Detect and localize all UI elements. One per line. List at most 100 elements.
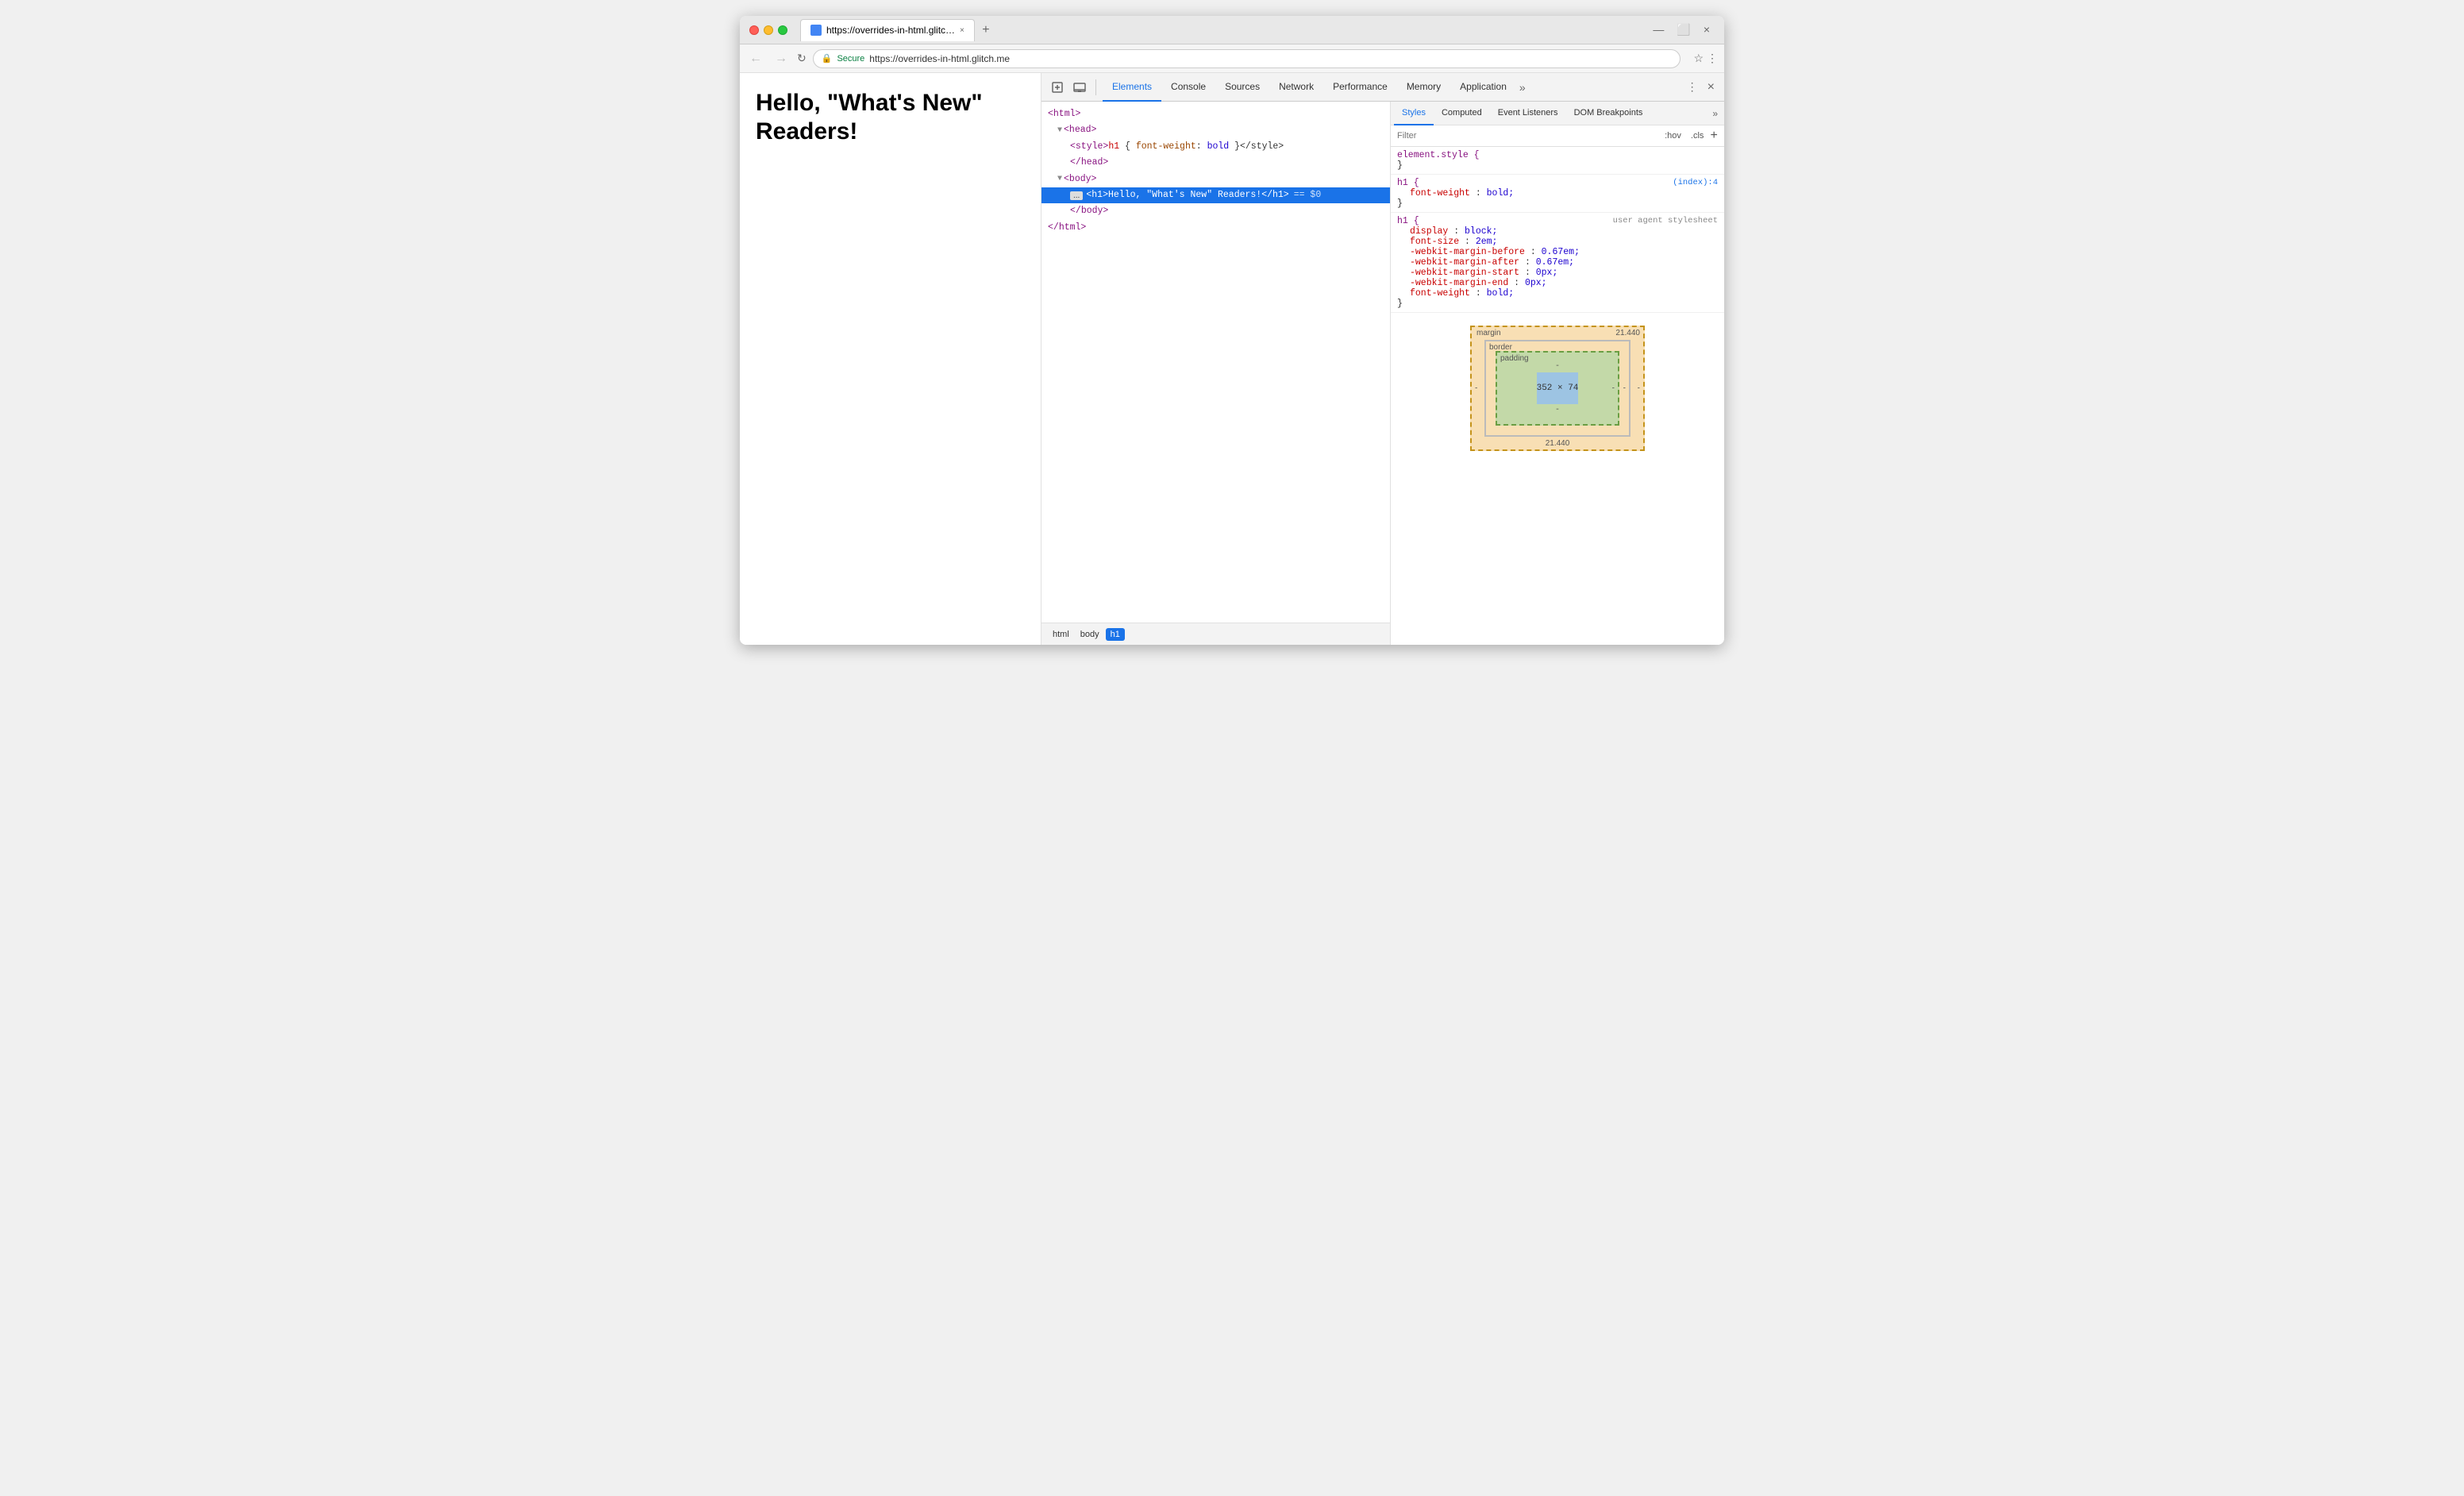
margin-value-left: - <box>1475 384 1477 393</box>
style-selector-h1: h1 { <box>1397 178 1419 188</box>
more-options-button[interactable]: ⋮ <box>1707 52 1718 65</box>
elements-content[interactable]: <html> ▼ <head> <style>h1 { font-weight:… <box>1041 102 1390 623</box>
devtools-toolbar: Elements Console Sources Network Perform… <box>1041 73 1724 102</box>
window-restore[interactable]: ⬜ <box>1672 21 1695 38</box>
html-line-body[interactable]: ▼ <body> <box>1041 172 1390 187</box>
more-tabs-button[interactable]: » <box>1516 73 1529 102</box>
breadcrumb-h1[interactable]: h1 <box>1106 628 1125 641</box>
new-tab-button[interactable]: + <box>975 19 997 41</box>
html-line-h1[interactable]: ... <h1>Hello, "What's New" Readers!</h1… <box>1041 187 1390 203</box>
breadcrumb: html body h1 <box>1041 623 1390 645</box>
styles-panel: Styles Computed Event Listeners DOM Brea… <box>1391 102 1724 645</box>
filter-actions: :hov .cls + <box>1661 129 1718 143</box>
html-line-head-close[interactable]: </head> <box>1041 155 1390 171</box>
filter-cls-button[interactable]: .cls <box>1688 129 1707 142</box>
main-content: Hello, "What's New"Readers! <box>740 73 1724 645</box>
bookmark-button[interactable]: ☆ <box>1693 52 1704 65</box>
active-tab[interactable]: https://overrides-in-html.glitc… × <box>800 19 975 41</box>
traffic-lights <box>749 25 787 35</box>
filter-hov-button[interactable]: :hov <box>1661 129 1684 142</box>
subtab-dom-breakpoints[interactable]: DOM Breakpoints <box>1566 102 1651 125</box>
style-value-margin-end: 0px; <box>1525 278 1547 288</box>
html-line-head[interactable]: ▼ <head> <box>1041 122 1390 138</box>
box-model-content-wrapper: - 352 × 74 - <box>1507 362 1608 414</box>
window-minimize[interactable]: — <box>1648 21 1669 38</box>
margin-value-bottom: 21.440 <box>1546 439 1570 448</box>
window-close[interactable]: × <box>1699 21 1715 38</box>
border-value: - <box>1623 384 1626 393</box>
page-viewport: Hello, "What's New"Readers! <box>740 73 1041 645</box>
styles-content: element.style { } (index):4 h1 { font-we… <box>1391 147 1724 645</box>
subtab-event-listeners[interactable]: Event Listeners <box>1490 102 1566 125</box>
style-source-ua: user agent stylesheet <box>1613 216 1718 226</box>
html-line-html-close[interactable]: </html> <box>1041 220 1390 236</box>
forward-button[interactable]: → <box>772 50 791 67</box>
style-prop-fontweight: font-weight <box>1397 188 1470 199</box>
tab-close-button[interactable]: × <box>960 26 964 35</box>
style-selector: element.style { <box>1397 150 1480 160</box>
secure-lock-icon: 🔒 <box>822 53 833 64</box>
style-source-index[interactable]: (index):4 <box>1673 178 1718 187</box>
filter-bar: :hov .cls + <box>1391 125 1724 147</box>
address-bar: ← → ↻ 🔒 Secure https://overrides-in-html… <box>740 44 1724 73</box>
minimize-traffic-light[interactable] <box>764 25 773 35</box>
more-subtabs-button[interactable]: » <box>1709 105 1721 122</box>
tab-application[interactable]: Application <box>1450 73 1516 102</box>
padding-label: padding <box>1500 354 1529 363</box>
subtab-computed[interactable]: Computed <box>1434 102 1490 125</box>
subtab-styles[interactable]: Styles <box>1394 102 1434 125</box>
style-value-block: block; <box>1465 226 1497 237</box>
style-rule-h1-custom: (index):4 h1 { font-weight : bold; } <box>1391 175 1724 213</box>
style-prop-fontsize: font-size <box>1397 237 1459 247</box>
html-line-style[interactable]: <style>h1 { font-weight: bold }</style> <box>1041 139 1390 155</box>
breadcrumb-html[interactable]: html <box>1048 628 1074 641</box>
style-value-bold-ua: bold; <box>1487 288 1515 299</box>
box-model-border: border - padding - - <box>1484 340 1630 437</box>
style-close-brace: } <box>1397 160 1403 171</box>
style-value-margin-after: 0.67em; <box>1536 257 1574 268</box>
tab-favicon <box>810 25 822 36</box>
refresh-button[interactable]: ↻ <box>797 52 807 65</box>
devtools-close-button[interactable]: × <box>1704 77 1718 98</box>
style-prop-margin-after: -webkit-margin-after <box>1397 257 1519 268</box>
tab-performance[interactable]: Performance <box>1323 73 1397 102</box>
style-rule-h1-useragent: user agent stylesheet h1 { display : blo… <box>1391 213 1724 313</box>
url-text: https://overrides-in-html.glitch.me <box>869 53 1010 64</box>
margin-value-top: 21.440 <box>1615 329 1640 337</box>
url-bar[interactable]: 🔒 Secure https://overrides-in-html.glitc… <box>813 49 1681 68</box>
style-rule-element: element.style { } <box>1391 147 1724 175</box>
html-line-html[interactable]: <html> <box>1041 106 1390 122</box>
maximize-traffic-light[interactable] <box>778 25 787 35</box>
style-value-margin-start: 0px; <box>1536 268 1558 278</box>
tab-elements[interactable]: Elements <box>1103 73 1161 102</box>
filter-add-button[interactable]: + <box>1710 129 1718 143</box>
style-selector-h1-ua: h1 { <box>1397 216 1419 226</box>
box-model: margin 21.440 21.440 - - border - <box>1470 326 1645 451</box>
close-traffic-light[interactable] <box>749 25 759 35</box>
style-prop-margin-end: -webkit-margin-end <box>1397 278 1508 288</box>
tab-sources[interactable]: Sources <box>1215 73 1269 102</box>
tab-network[interactable]: Network <box>1269 73 1323 102</box>
box-model-content: 352 × 74 <box>1537 372 1579 404</box>
content-size: 352 × 74 <box>1537 384 1579 393</box>
devtools-menu-button[interactable]: ⋮ <box>1684 77 1701 97</box>
inspector-icon[interactable] <box>1048 78 1067 97</box>
breadcrumb-body[interactable]: body <box>1076 628 1104 641</box>
device-icon[interactable] <box>1070 78 1089 97</box>
box-model-section: margin 21.440 21.440 - - border - <box>1391 313 1724 464</box>
content-dash-bottom: - <box>1555 406 1560 414</box>
tab-bar: https://overrides-in-html.glitc… × + <box>800 19 1642 41</box>
box-model-padding: padding - - 352 × 74 <box>1496 351 1619 426</box>
filter-input[interactable] <box>1397 131 1657 141</box>
box-model-margin: margin 21.440 21.440 - - border - <box>1470 326 1645 451</box>
tab-memory[interactable]: Memory <box>1397 73 1450 102</box>
html-line-body-close[interactable]: </body> <box>1041 203 1390 219</box>
elements-panel: <html> ▼ <head> <style>h1 { font-weight:… <box>1041 102 1391 645</box>
style-prop-fontweight-ua: font-weight <box>1397 288 1470 299</box>
back-button[interactable]: ← <box>746 50 765 67</box>
title-bar: https://overrides-in-html.glitc… × + — ⬜… <box>740 16 1724 44</box>
tab-console[interactable]: Console <box>1161 73 1215 102</box>
style-value-margin-before: 0.67em; <box>1542 247 1580 257</box>
ellipsis-button[interactable]: ... <box>1070 191 1083 200</box>
tab-title: https://overrides-in-html.glitc… <box>826 25 955 36</box>
